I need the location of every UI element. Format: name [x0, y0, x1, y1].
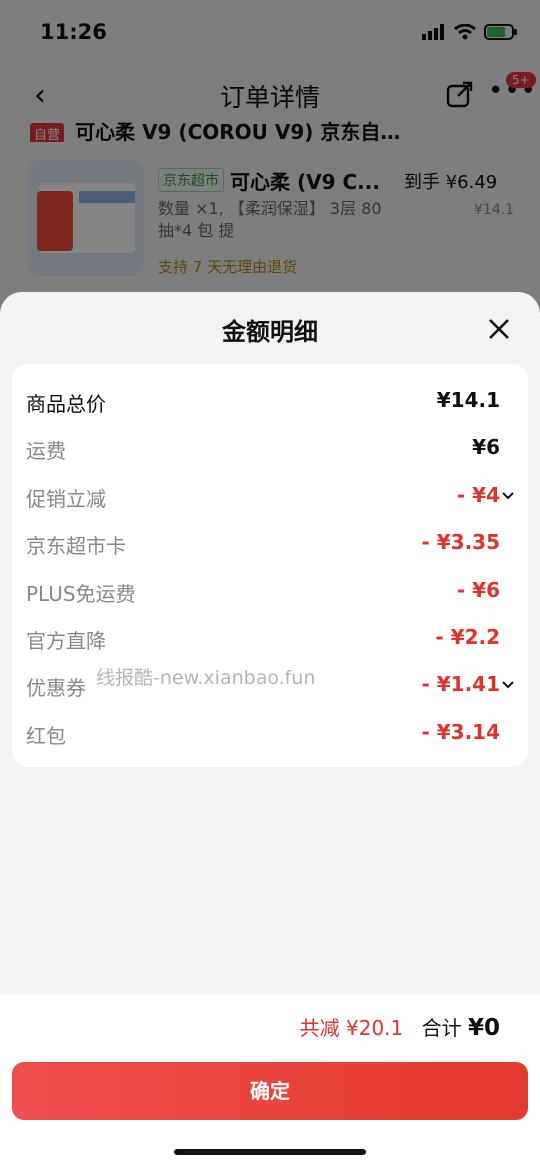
total-label: 合计 [421, 1016, 462, 1040]
list-item: 京东超市卡 - ¥3.35 [12, 530, 528, 560]
row-value: - ¥3.14 [421, 720, 500, 744]
row-label: 运费 [26, 439, 66, 463]
price-summary: 共减 ¥20.1 合计 ¥0 [300, 1012, 500, 1041]
row-label: 商品总价 [26, 392, 106, 416]
amount-card: 商品总价 ¥14.1 运费 ¥6 促销立减 - ¥4 京东超市卡 - ¥3.35… [12, 364, 528, 767]
row-label: 促销立减 [26, 487, 106, 511]
total-value: ¥0 [467, 1015, 500, 1041]
chevron-down-icon[interactable] [501, 678, 515, 692]
watermark-text: 线报酷-new.xianbao.fun [96, 667, 316, 689]
list-item: 红包 - ¥3.14 [12, 720, 528, 750]
row-value: - ¥1.41 [421, 672, 500, 696]
row-value: - ¥6 [456, 578, 500, 602]
home-indicator[interactable] [174, 1149, 366, 1155]
overlay-mask[interactable] [0, 0, 540, 320]
row-value: - ¥4 [456, 483, 500, 507]
row-value: ¥6 [472, 435, 500, 459]
list-item: PLUS免运费 - ¥6 [12, 578, 528, 608]
close-icon[interactable] [486, 316, 512, 342]
confirm-button[interactable]: 确定 [12, 1062, 528, 1120]
row-label: PLUS免运费 [26, 582, 136, 606]
footer-bar: 共减 ¥20.1 合计 ¥0 确定 [0, 994, 540, 1169]
row-value: - ¥3.35 [421, 530, 500, 554]
list-item[interactable]: 促销立减 - ¥4 [12, 483, 528, 513]
list-item: 运费 ¥6 [12, 435, 528, 465]
row-value: ¥14.1 [436, 388, 500, 412]
list-item: 商品总价 ¥14.1 [12, 388, 528, 418]
chevron-down-icon[interactable] [501, 489, 515, 503]
row-label: 红包 [26, 724, 66, 748]
row-label: 官方直降 [26, 629, 106, 653]
list-item: 官方直降 - ¥2.2 [12, 625, 528, 655]
row-value: - ¥2.2 [435, 625, 500, 649]
row-label: 京东超市卡 [26, 534, 126, 558]
total-discount: 共减 ¥20.1 [299, 1016, 404, 1040]
sheet-title: 金额明细 [222, 318, 318, 346]
row-label: 优惠券 [26, 676, 86, 700]
